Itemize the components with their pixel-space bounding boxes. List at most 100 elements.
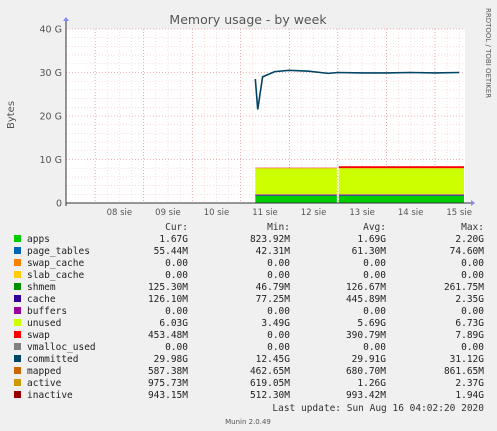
legend-name: mapped xyxy=(27,366,61,377)
footer-version: Munin 2.0.49 xyxy=(225,418,271,426)
legend-max: 1.94G xyxy=(455,390,484,401)
legend-name: vmalloc_used xyxy=(27,342,96,353)
legend-name: committed xyxy=(27,354,78,365)
x-tick-label: 14 sie xyxy=(398,208,424,218)
legend-cur: 943.15M xyxy=(148,390,188,401)
y-tick-label: 30 G xyxy=(40,68,62,79)
legend-swatch xyxy=(14,283,21,290)
memory-usage-chart: Memory usage - by week RRDTOOL / TOBI OE… xyxy=(6,8,492,426)
legend-cur: 125.30M xyxy=(148,282,188,293)
legend-max: 31.12G xyxy=(450,354,485,365)
y-axis-label: Bytes xyxy=(6,101,17,129)
legend-avg: 0.00 xyxy=(363,258,386,269)
legend-row-shmem: shmem 125.30M 46.79M 126.67M 261.75M xyxy=(14,282,484,293)
legend-min: 0.00 xyxy=(267,258,290,269)
area-cache xyxy=(338,194,465,195)
legend-max: 2.20G xyxy=(455,234,484,245)
legend-max: 0.00 xyxy=(461,342,484,353)
legend-max: 7.89G xyxy=(455,330,484,341)
legend-row-mapped: mapped 587.38M 462.65M 680.70M 861.65M xyxy=(14,366,484,377)
legend-min: 3.49G xyxy=(261,318,290,329)
legend-swatch xyxy=(14,247,21,254)
legend-header-min: Min: xyxy=(267,222,290,233)
legend-max: 0.00 xyxy=(461,270,484,281)
legend-cur: 29.98G xyxy=(154,354,189,365)
area-apps xyxy=(255,195,337,203)
legend-min: 0.00 xyxy=(267,342,290,353)
legend-row-unused: unused 6.03G 3.49G 5.69G 6.73G xyxy=(14,318,484,329)
x-tick-label: 13 sie xyxy=(349,208,375,218)
legend-row-swap: swap 453.48M 0.00 390.79M 7.89G xyxy=(14,330,484,341)
area-swap xyxy=(338,166,465,169)
legend-max: 74.60M xyxy=(450,246,485,257)
x-tick-label: 08 sie xyxy=(107,208,133,218)
x-tick-label: 12 sie xyxy=(301,208,327,218)
legend-avg: 680.70M xyxy=(346,366,386,377)
legend-swatch xyxy=(14,235,21,242)
legend-cur: 0.00 xyxy=(165,306,188,317)
legend-row-inactive: inactive 943.15M 512.30M 993.42M 1.94G xyxy=(14,390,484,401)
x-tick-label: 15 sie xyxy=(446,208,472,218)
legend-max: 0.00 xyxy=(461,258,484,269)
legend-cur: 0.00 xyxy=(165,270,188,281)
legend-name: swap xyxy=(27,330,50,341)
legend-min: 823.92M xyxy=(250,234,290,245)
legend-min: 619.05M xyxy=(250,378,290,389)
legend-name: buffers xyxy=(27,306,67,317)
legend: apps 1.67G 823.92M 1.69G 2.20G page_tables 55.… xyxy=(14,234,484,401)
y-tick-labels: 0 10 G 20 G 30 G 40 G xyxy=(40,25,62,210)
area-unused xyxy=(338,168,465,195)
legend-max: 0.00 xyxy=(461,306,484,317)
area-shmem xyxy=(338,194,465,196)
legend-avg: 1.69G xyxy=(357,234,386,245)
legend-name: inactive xyxy=(27,390,73,401)
legend-cur: 1.67G xyxy=(159,234,188,245)
legend-avg: 61.30M xyxy=(352,246,387,257)
legend-min: 77.25M xyxy=(256,294,291,305)
legend-swatch xyxy=(14,367,21,374)
legend-row-active: active 975.73M 619.05M 1.26G 2.37G xyxy=(14,378,484,389)
legend-name: apps xyxy=(27,234,50,245)
legend-max: 2.37G xyxy=(455,378,484,389)
legend-swatch xyxy=(14,307,21,314)
legend-row-slab_cache: slab_cache 0.00 0.00 0.00 0.00 xyxy=(14,270,484,281)
area-apps xyxy=(338,195,465,203)
legend-avg: 1.26G xyxy=(357,378,386,389)
legend-swatch xyxy=(14,391,21,398)
legend-cur: 975.73M xyxy=(148,378,188,389)
legend-swatch xyxy=(14,259,21,266)
legend-avg: 29.91G xyxy=(352,354,387,365)
legend-name: slab_cache xyxy=(27,270,84,281)
legend-name: shmem xyxy=(27,282,56,293)
x-tick-labels: 08 sie 09 sie 10 sie 11 sie 12 sie 13 sie 14 s… xyxy=(107,208,472,218)
y-tick-label: 40 G xyxy=(40,25,62,36)
legend-name: swap_cache xyxy=(27,258,84,269)
legend-cur: 126.10M xyxy=(148,294,188,305)
x-tick-label: 10 sie xyxy=(204,208,230,218)
area-cache xyxy=(255,194,337,195)
legend-min: 462.65M xyxy=(250,366,290,377)
stacked-areas xyxy=(255,166,465,203)
legend-row-page_tables: page_tables 55.44M 42.31M 61.30M 74.60M xyxy=(14,246,484,257)
legend-avg: 445.89M xyxy=(346,294,386,305)
legend-avg: 390.79M xyxy=(346,330,386,341)
area-unused xyxy=(255,168,337,195)
y-axis-arrow xyxy=(63,17,69,21)
legend-avg: 993.42M xyxy=(346,390,386,401)
legend-header-max: Max: xyxy=(461,222,484,233)
legend-min: 512.30M xyxy=(250,390,290,401)
area-shmem xyxy=(255,194,337,196)
y-tick-label: 10 G xyxy=(40,155,62,166)
legend-name: active xyxy=(27,378,62,389)
legend-name: cache xyxy=(27,294,56,305)
legend-swatch xyxy=(14,295,21,302)
legend-avg: 0.00 xyxy=(363,306,386,317)
legend-min: 0.00 xyxy=(267,306,290,317)
legend-row-committed: committed 29.98G 12.45G 29.91G 31.12G xyxy=(14,354,484,365)
legend-avg: 0.00 xyxy=(363,270,386,281)
legend-swatch xyxy=(14,319,21,326)
legend-name: unused xyxy=(27,318,61,329)
x-axis-arrow xyxy=(471,200,475,206)
legend-row-cache: cache 126.10M 77.25M 445.89M 2.35G xyxy=(14,294,484,305)
legend-min: 12.45G xyxy=(256,354,291,365)
